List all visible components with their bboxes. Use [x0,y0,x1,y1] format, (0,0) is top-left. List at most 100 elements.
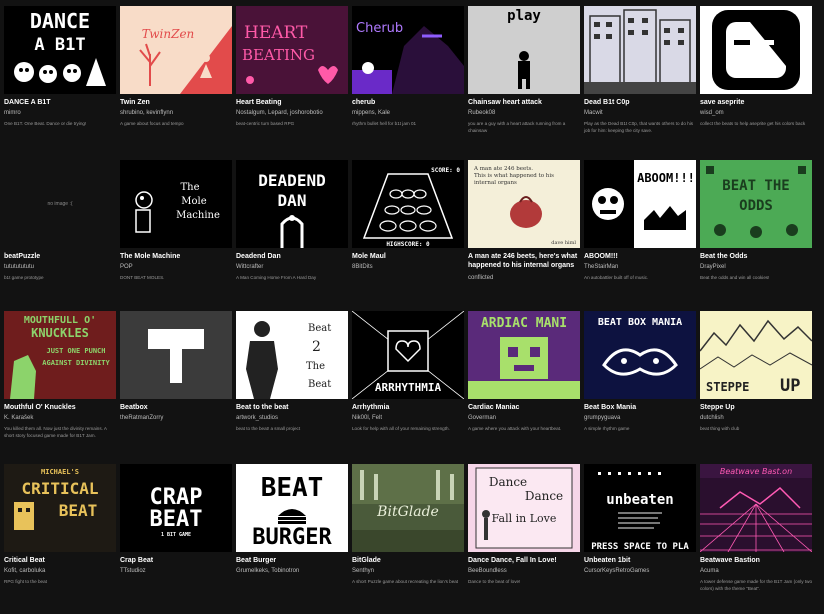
game-author[interactable]: K. Karašek [4,414,116,423]
game-title[interactable]: Dead B1t C0p [584,98,696,108]
game-thumbnail[interactable]: no image :( [4,160,116,248]
game-thumbnail[interactable]: play [468,6,580,94]
game-card[interactable]: Beat 2 The Beat Beat to the beat artwork… [236,311,348,461]
game-card[interactable]: no image :( beatPuzzle tutututututu b1t … [4,160,116,310]
game-author[interactable]: Senthyn [352,567,464,576]
game-title[interactable]: Unbeaten 1bit [584,556,696,566]
game-author[interactable]: Kofit, carboluka [4,567,116,576]
game-card[interactable]: Cherub cherub mippens, Kale rhythm bulle… [352,6,464,156]
game-thumbnail[interactable]: Beatwave Bast.on [700,464,812,552]
game-title[interactable]: Twin Zen [120,98,232,108]
game-title[interactable]: Beat to the beat [236,403,348,413]
game-author[interactable]: dutchlish [700,414,812,423]
game-title[interactable]: Beat Box Mania [584,403,696,413]
game-thumbnail[interactable] [120,311,232,399]
game-author[interactable]: Nik00l, Felt [352,414,464,423]
game-card[interactable]: MICHAEL'S CRITICAL BEAT Critical Beat Ko… [4,464,116,614]
game-title[interactable]: The Mole Machine [120,252,232,262]
game-title[interactable]: BitGlade [352,556,464,566]
game-title[interactable]: Mouthful O' Knuckles [4,403,116,413]
game-thumbnail[interactable]: A man ate 246 beets. This is what happen… [468,160,580,248]
game-card[interactable]: ARDIAC MANI Cardiac Maniac Goverman A ga… [468,311,580,461]
game-author[interactable]: Acuma [700,567,812,576]
game-thumbnail[interactable]: DANCE A B1T [4,6,116,94]
game-card[interactable]: BEAT BOX MANIA Beat Box Mania grumpyguav… [584,311,696,461]
game-thumbnail[interactable]: CRAP BEAT 1 BIT GAME [120,464,232,552]
game-card[interactable]: CRAP BEAT 1 BIT GAME Crap Beat TTstudioz [120,464,232,614]
game-thumbnail[interactable]: HEART BEATING [236,6,348,94]
game-title[interactable]: ABOOM!!! [584,252,696,262]
game-author[interactable]: Wittcrafter [236,263,348,272]
game-card[interactable]: BEAT THE ODDS Beat the Odds DrayPixel Be… [700,160,812,310]
game-card[interactable]: play Chainsaw heart attack Rubeok08 you … [468,6,580,156]
game-card[interactable]: ARRHYTHMIA Arrhythmia Nik00l, Felt Look … [352,311,464,461]
game-card[interactable]: A man ate 246 beets. This is what happen… [468,160,580,310]
game-thumbnail[interactable]: Beat 2 The Beat [236,311,348,399]
game-thumbnail[interactable]: ABOOM!!! [584,160,696,248]
game-card[interactable]: ABOOM!!! ABOOM!!! TheStairMan An autobat… [584,160,696,310]
game-card[interactable]: HEART BEATING Heart Beating Nostalgum, L… [236,6,348,156]
game-card[interactable]: Dead B1t C0p Macwit Play as the Dead B1t… [584,6,696,156]
game-author[interactable]: Goverman [468,414,580,423]
game-card[interactable]: MOUTHFULL O' KNUCKLES JUST ONE PUNCH AGA… [4,311,116,461]
game-thumbnail[interactable]: TwinZen [120,6,232,94]
game-thumbnail[interactable] [700,6,812,94]
game-thumbnail[interactable]: ARDIAC MANI [468,311,580,399]
game-thumbnail[interactable]: BitGlade [352,464,464,552]
game-title[interactable]: Beatwave Bastion [700,556,812,566]
game-thumbnail[interactable]: Cherub [352,6,464,94]
game-author[interactable]: grumpyguava [584,414,696,423]
game-title[interactable]: save aseprite [700,98,812,108]
game-author[interactable]: Grumelkeks, Tobinotron [236,567,348,576]
game-author[interactable]: BeeBoundless [468,567,580,576]
game-thumbnail[interactable]: DEADEND DAN [236,160,348,248]
game-title[interactable]: Heart Beating [236,98,348,108]
game-title[interactable]: Crap Beat [120,556,232,566]
game-card[interactable]: unbeaten PRESS SPACE TO PLA Unbeaten 1bi… [584,464,696,614]
game-card[interactable]: STEPPE UP Steppe Up dutchlish beat thing… [700,311,812,461]
game-author[interactable]: Macwit [584,109,696,118]
game-title[interactable]: A man ate 246 beets, here's what happene… [468,252,580,270]
game-thumbnail[interactable]: BEAT BURGER [236,464,348,552]
game-card[interactable]: Beatwave Bast.on Beatwave Bastion Acuma … [700,464,812,614]
game-author[interactable]: theRatmanZorry [120,414,232,423]
game-author[interactable]: mimro [4,109,116,118]
game-title[interactable]: Cardiac Maniac [468,403,580,413]
game-author[interactable]: artwork_studios [236,414,348,423]
game-author[interactable]: POP [120,263,232,272]
game-thumbnail[interactable]: SCORE: 0 HIGHSCORE: 0 [352,160,464,248]
game-author[interactable]: conflicted [468,274,580,283]
game-card[interactable]: The Mole Machine The Mole Machine POP DO… [120,160,232,310]
game-thumbnail[interactable]: Dance Dance Fall in Love [468,464,580,552]
game-author[interactable]: Rubeok08 [468,109,580,118]
game-title[interactable]: Arrhythmia [352,403,464,413]
game-title[interactable]: cherub [352,98,464,108]
game-card[interactable]: Dance Dance Fall in Love Dance Dance, Fa… [468,464,580,614]
game-title[interactable]: Steppe Up [700,403,812,413]
game-card[interactable]: BEAT BURGER Beat Burger Grumelkeks, Tobi… [236,464,348,614]
game-card[interactable]: DANCE A B1T DANCE A B1T mimro One B1T. O… [4,6,116,156]
game-thumbnail[interactable]: BEAT THE ODDS [700,160,812,248]
game-author[interactable]: TTstudioz [120,567,232,576]
game-author[interactable]: tutututututu [4,263,116,272]
game-card[interactable]: SCORE: 0 HIGHSCORE: 0 Mole Maul 8BitDits [352,160,464,310]
game-title[interactable]: Critical Beat [4,556,116,566]
game-card[interactable]: save aseprite wisd_om collect the beats … [700,6,812,156]
game-author[interactable]: DrayPixel [700,263,812,272]
game-title[interactable]: Deadend Dan [236,252,348,262]
game-title[interactable]: Mole Maul [352,252,464,262]
game-thumbnail[interactable]: ARRHYTHMIA [352,311,464,399]
game-title[interactable]: Dance Dance, Fall In Love! [468,556,580,566]
game-author[interactable]: shrubino, kevinflynn [120,109,232,118]
game-thumbnail[interactable]: STEPPE UP [700,311,812,399]
game-author[interactable]: Nostalgum, Lepard, joshorobotio [236,109,348,118]
game-thumbnail[interactable]: unbeaten PRESS SPACE TO PLA [584,464,696,552]
game-author[interactable]: TheStairMan [584,263,696,272]
game-title[interactable]: Beat the Odds [700,252,812,262]
game-title[interactable]: beatPuzzle [4,252,116,262]
game-title[interactable]: Beat Burger [236,556,348,566]
game-thumbnail[interactable]: BEAT BOX MANIA [584,311,696,399]
game-card[interactable]: TwinZen Twin Zen shrubino, kevinflynn A … [120,6,232,156]
game-thumbnail[interactable]: The Mole Machine [120,160,232,248]
game-card[interactable]: BitGlade BitGlade Senthyn A short Puzzle… [352,464,464,614]
